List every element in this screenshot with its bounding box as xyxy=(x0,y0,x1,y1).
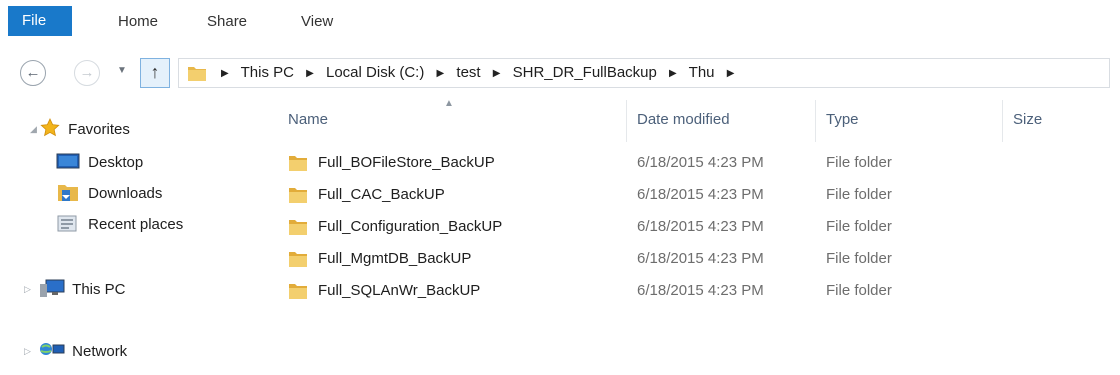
file-date-modified: 6/18/2015 4:23 PM xyxy=(637,186,764,203)
navigation-bar: ← → ▼ ↑ ▶ This PC ▶ Local Disk (C:) ▶ te… xyxy=(0,56,1120,92)
column-header-type[interactable]: Type xyxy=(826,111,859,128)
folder-icon xyxy=(288,250,308,273)
column-header-row: ▲ Name Date modified Type Size xyxy=(258,96,1120,142)
sidebar-item-this-pc[interactable]: This PC xyxy=(38,278,126,302)
folder-icon xyxy=(288,282,308,305)
breadcrumb-test[interactable]: test xyxy=(456,64,480,81)
expand-arrow-icon[interactable]: ▷ xyxy=(24,346,31,357)
desktop-icon xyxy=(56,153,80,169)
ribbon: File Home Share View xyxy=(0,0,1120,44)
back-arrow-icon[interactable]: ← xyxy=(20,60,46,86)
table-row[interactable]: Full_CAC_BackUP 6/18/2015 4:23 PM File f… xyxy=(258,179,1120,211)
tab-home[interactable]: Home xyxy=(106,8,170,36)
sidebar-item-label: Desktop xyxy=(88,154,144,171)
file-date-modified: 6/18/2015 4:23 PM xyxy=(637,154,764,171)
recent-locations-chevron-icon[interactable]: ▼ xyxy=(117,65,127,76)
file-date-modified: 6/18/2015 4:23 PM xyxy=(637,282,764,299)
breadcrumb-separator-icon[interactable]: ▶ xyxy=(306,68,314,79)
sidebar-item-label: Downloads xyxy=(88,185,163,202)
breadcrumb-separator-icon[interactable]: ▶ xyxy=(221,68,229,79)
expand-arrow-icon[interactable]: ▷ xyxy=(24,284,31,295)
tab-file[interactable]: File xyxy=(8,6,72,36)
forward-arrow-icon[interactable]: → xyxy=(74,60,100,86)
sidebar-item-label: Recent places xyxy=(88,216,184,233)
column-header-size[interactable]: Size xyxy=(1013,111,1042,128)
file-date-modified: 6/18/2015 4:23 PM xyxy=(637,250,764,267)
table-row[interactable]: Full_Configuration_BackUP 6/18/2015 4:23… xyxy=(258,211,1120,243)
tab-view[interactable]: View xyxy=(289,8,345,36)
sidebar-item-recent-places[interactable]: Recent places xyxy=(56,213,183,237)
breadcrumb: ▶ This PC ▶ Local Disk (C:) ▶ test ▶ SHR… xyxy=(213,59,742,87)
column-divider[interactable] xyxy=(1002,100,1003,142)
table-row[interactable]: Full_MgmtDB_BackUP 6/18/2015 4:23 PM Fil… xyxy=(258,243,1120,275)
computer-icon xyxy=(40,279,65,297)
column-divider[interactable] xyxy=(626,100,627,142)
folder-icon xyxy=(288,154,308,177)
file-name: Full_CAC_BackUP xyxy=(318,186,445,203)
sidebar-item-downloads[interactable]: Downloads xyxy=(56,182,162,206)
tab-share[interactable]: Share xyxy=(195,8,259,36)
table-row[interactable]: Full_BOFileStore_BackUP 6/18/2015 4:23 P… xyxy=(258,147,1120,179)
sidebar-item-favorites[interactable]: Favorites xyxy=(40,118,130,142)
folder-icon xyxy=(187,64,207,87)
column-divider[interactable] xyxy=(815,100,816,142)
breadcrumb-this-pc[interactable]: This PC xyxy=(241,64,294,81)
file-type: File folder xyxy=(826,154,892,171)
breadcrumb-separator-icon[interactable]: ▶ xyxy=(493,68,501,79)
file-type: File folder xyxy=(826,218,892,235)
file-name: Full_Configuration_BackUP xyxy=(318,218,503,235)
file-type: File folder xyxy=(826,186,892,203)
breadcrumb-separator-icon[interactable]: ▶ xyxy=(727,68,735,79)
network-icon xyxy=(40,343,65,355)
file-date-modified: 6/18/2015 4:23 PM xyxy=(637,218,764,235)
recent-places-icon xyxy=(57,215,77,232)
column-header-date-modified[interactable]: Date modified xyxy=(637,111,730,128)
collapse-arrow-icon[interactable]: ◢ xyxy=(30,124,37,135)
file-name: Full_BOFileStore_BackUP xyxy=(318,154,495,171)
sidebar-item-desktop[interactable]: Desktop xyxy=(56,151,143,175)
address-bar[interactable]: ▶ This PC ▶ Local Disk (C:) ▶ test ▶ SHR… xyxy=(178,58,1110,88)
sidebar-item-label: Favorites xyxy=(68,121,130,138)
file-name: Full_SQLAnWr_BackUP xyxy=(318,282,481,299)
file-type: File folder xyxy=(826,282,892,299)
star-icon xyxy=(40,118,60,137)
breadcrumb-local-disk[interactable]: Local Disk (C:) xyxy=(326,64,424,81)
breadcrumb-separator-icon[interactable]: ▶ xyxy=(437,68,445,79)
sidebar-item-label: Network xyxy=(72,343,128,360)
up-arrow-icon[interactable]: ↑ xyxy=(140,58,170,88)
sort-ascending-icon: ▲ xyxy=(444,98,454,109)
table-row[interactable]: Full_SQLAnWr_BackUP 6/18/2015 4:23 PM Fi… xyxy=(258,275,1120,307)
folder-icon xyxy=(288,218,308,241)
file-name: Full_MgmtDB_BackUP xyxy=(318,250,472,267)
file-list: ▲ Name Date modified Type Size Full_BOFi… xyxy=(258,96,1120,375)
folder-icon xyxy=(288,186,308,209)
breadcrumb-shr-dr-fullbackup[interactable]: SHR_DR_FullBackup xyxy=(513,64,657,81)
file-type: File folder xyxy=(826,250,892,267)
downloads-folder-icon xyxy=(58,185,78,201)
breadcrumb-separator-icon[interactable]: ▶ xyxy=(669,68,677,79)
column-header-name[interactable]: Name xyxy=(288,111,328,128)
sidebar-item-label: This PC xyxy=(72,281,126,298)
navigation-pane: ◢ Favorites Desktop Downloads Recent pla… xyxy=(0,104,258,375)
breadcrumb-thu[interactable]: Thu xyxy=(689,64,715,81)
sidebar-item-network[interactable]: Network xyxy=(38,340,127,364)
